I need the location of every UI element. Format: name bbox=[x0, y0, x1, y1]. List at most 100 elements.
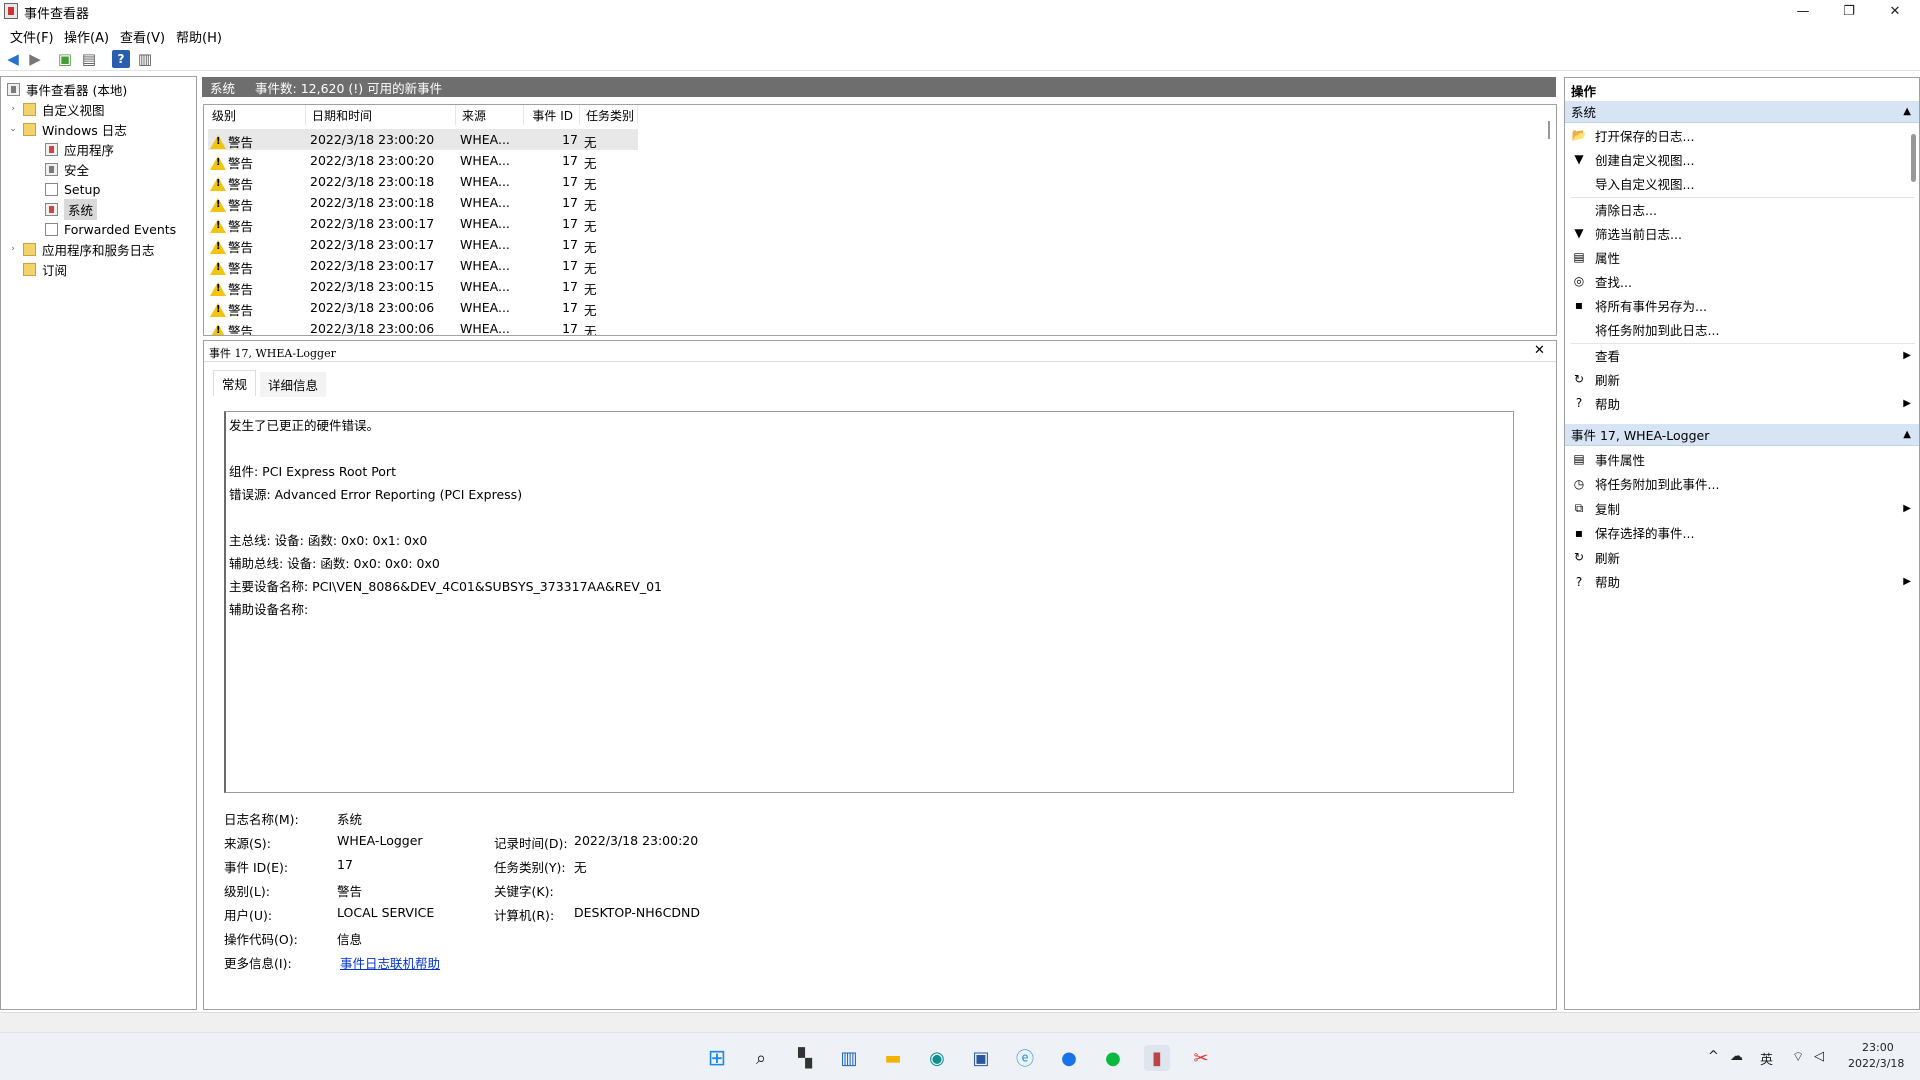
ime-indicator[interactable]: 英 bbox=[1760, 1049, 1773, 1068]
store-icon[interactable]: ▣ bbox=[968, 1045, 994, 1071]
tree-log-system-selected[interactable]: 系统 bbox=[45, 198, 98, 220]
column-source[interactable]: 来源 bbox=[456, 105, 524, 125]
description-line: 辅助设备名称: bbox=[229, 602, 309, 617]
wifi-icon[interactable]: ⌔ bbox=[1792, 1049, 1804, 1065]
expand-chevron-icon[interactable]: › bbox=[7, 104, 19, 114]
table-row[interactable]: 警告2022/3/18 23:00:18WHEA...17无 bbox=[208, 171, 638, 192]
action-item[interactable]: ▪ 将所有事件另存为... bbox=[1565, 294, 1919, 316]
column-task-category[interactable]: 任务类别 bbox=[580, 105, 638, 125]
action-item[interactable]: ▤ 事件属性 bbox=[1565, 448, 1919, 470]
column-level[interactable]: 级别 bbox=[206, 105, 306, 125]
tray-overflow-chevron-icon[interactable]: ^ bbox=[1708, 1049, 1719, 1064]
column-event-id[interactable]: 事件 ID bbox=[524, 105, 580, 125]
action-item[interactable]: ? 帮助 ▶ bbox=[1565, 392, 1919, 414]
task-view-icon[interactable]: ▚ bbox=[792, 1045, 818, 1071]
action-item[interactable]: 清除日志... bbox=[1565, 198, 1919, 220]
back-arrow-icon[interactable]: ◀ bbox=[4, 50, 22, 68]
help-icon[interactable]: ? bbox=[112, 50, 130, 68]
action-item[interactable]: ↻ 刷新 bbox=[1565, 546, 1919, 568]
clock-date[interactable]: 2022/3/18 bbox=[1848, 1057, 1904, 1070]
column-datetime[interactable]: 日期和时间 bbox=[306, 105, 456, 125]
search-icon[interactable]: ⌕ bbox=[748, 1045, 774, 1071]
action-item[interactable]: 导入自定义视图... bbox=[1565, 172, 1919, 194]
tree-custom-views[interactable]: › 自定义视图 bbox=[7, 99, 105, 119]
table-row[interactable]: 警告2022/3/18 23:00:20WHEA...17无 bbox=[208, 129, 638, 150]
action-item[interactable]: 📂 打开保存的日志... bbox=[1565, 124, 1919, 146]
maximize-button[interactable]: ❐ bbox=[1826, 0, 1872, 22]
show-hide-tree-icon[interactable]: ▤ bbox=[80, 50, 98, 68]
event-log-online-help-link[interactable]: 事件日志联机帮助 bbox=[340, 953, 440, 972]
action-item[interactable]: ? 帮助 ▶ bbox=[1565, 571, 1919, 593]
tree-root[interactable]: 事件查看器 (本地) bbox=[7, 79, 127, 99]
folder-icon bbox=[23, 122, 36, 136]
event-viewer-taskbar-icon[interactable]: ▮ bbox=[1144, 1045, 1170, 1071]
action-item[interactable]: ◷ 将任务附加到此事件... bbox=[1565, 473, 1919, 495]
table-row[interactable]: 警告2022/3/18 23:00:06WHEA...17无 bbox=[208, 318, 638, 335]
action-item[interactable]: ◎ 查找... bbox=[1565, 270, 1919, 292]
blue-circle-app-icon[interactable]: ● bbox=[1056, 1045, 1082, 1071]
actions-header: 操作 bbox=[1571, 84, 1597, 99]
ie-app-icon[interactable]: ⓔ bbox=[1012, 1045, 1038, 1071]
filter-funnel-icon: ▼ bbox=[1574, 152, 1584, 166]
clock-time[interactable]: 23:00 bbox=[1862, 1041, 1894, 1054]
log-file-icon bbox=[45, 222, 58, 236]
actions-section-event[interactable]: 事件 17, WHEA-Logger ▲ bbox=[1565, 424, 1919, 446]
collapse-chevron-icon[interactable]: ⌄ bbox=[7, 124, 19, 134]
folder-icon bbox=[23, 102, 36, 116]
onedrive-cloud-icon[interactable]: ☁ bbox=[1730, 1049, 1743, 1064]
tab-details[interactable]: 详细信息 bbox=[260, 372, 327, 397]
actions-scrollbar-thumb[interactable] bbox=[1911, 134, 1916, 182]
actions-section-system[interactable]: 系统 ▲ bbox=[1565, 101, 1919, 123]
up-folder-icon[interactable]: ▣ bbox=[56, 50, 74, 68]
description-line bbox=[229, 437, 1510, 460]
action-item[interactable]: ↻ 刷新 bbox=[1565, 368, 1919, 390]
scrollbar-thumb[interactable] bbox=[1548, 121, 1550, 139]
action-item[interactable]: 将任务附加到此日志... bbox=[1565, 318, 1919, 340]
widgets-icon[interactable]: ▥ bbox=[836, 1045, 862, 1071]
table-row[interactable]: 警告2022/3/18 23:00:06WHEA...17无 bbox=[208, 297, 638, 318]
wechat-icon[interactable]: ● bbox=[1100, 1045, 1126, 1071]
minimize-button[interactable]: — bbox=[1780, 0, 1826, 22]
menu-action[interactable]: 操作(A) bbox=[64, 27, 109, 46]
tree-subscriptions[interactable]: 订阅 bbox=[23, 259, 67, 279]
action-item[interactable]: ▪ 保存选择的事件... bbox=[1565, 522, 1919, 544]
menu-file[interactable]: 文件(F) bbox=[10, 27, 54, 46]
table-row[interactable]: 警告2022/3/18 23:00:17WHEA...17无 bbox=[208, 213, 638, 234]
table-row[interactable]: 警告2022/3/18 23:00:18WHEA...17无 bbox=[208, 192, 638, 213]
start-windows-icon[interactable]: ⊞ bbox=[704, 1045, 730, 1071]
action-item[interactable]: ⧉ 复制 ▶ bbox=[1565, 497, 1919, 519]
table-row[interactable]: 警告2022/3/18 23:00:15WHEA...17无 bbox=[208, 276, 638, 297]
close-detail-icon[interactable]: ✕ bbox=[1534, 343, 1545, 358]
description-line: 错误源: Advanced Error Reporting (PCI Expre… bbox=[229, 487, 523, 502]
action-item[interactable]: 查看 ▶ bbox=[1565, 344, 1919, 366]
find-binoculars-icon: ◎ bbox=[1573, 274, 1585, 288]
action-item[interactable]: ▤ 属性 bbox=[1565, 246, 1919, 268]
tree-log-setup[interactable]: Setup bbox=[45, 179, 100, 199]
volume-icon[interactable]: ◁ bbox=[1814, 1049, 1824, 1064]
tree-log-application[interactable]: 应用程序 bbox=[45, 139, 114, 159]
action-item[interactable]: ▼ 创建自定义视图... bbox=[1565, 148, 1919, 170]
close-window-button[interactable]: ✕ bbox=[1872, 0, 1918, 22]
collapse-triangle-icon[interactable]: ▲ bbox=[1903, 106, 1911, 117]
file-explorer-icon[interactable]: ▬ bbox=[880, 1045, 906, 1071]
blank-icon bbox=[1571, 175, 1587, 191]
edge-browser-icon[interactable]: ◉ bbox=[924, 1045, 950, 1071]
forward-arrow-icon[interactable]: ▶ bbox=[26, 50, 44, 68]
expand-chevron-icon[interactable]: › bbox=[7, 244, 19, 254]
table-row[interactable]: 警告2022/3/18 23:00:17WHEA...17无 bbox=[208, 234, 638, 255]
menu-help[interactable]: 帮助(H) bbox=[176, 27, 222, 46]
tree-windows-logs[interactable]: ⌄ Windows 日志 bbox=[7, 119, 127, 139]
tree-log-security[interactable]: 安全 bbox=[45, 159, 89, 179]
tree-log-forwarded-events[interactable]: Forwarded Events bbox=[45, 219, 176, 239]
menu-view[interactable]: 查看(V) bbox=[120, 27, 165, 46]
tree-app-service-logs[interactable]: › 应用程序和服务日志 bbox=[7, 239, 155, 259]
table-row[interactable]: 警告2022/3/18 23:00:20WHEA...17无 bbox=[208, 150, 638, 171]
open-folder-icon: 📂 bbox=[1571, 128, 1587, 142]
tab-general[interactable]: 常规 bbox=[213, 370, 257, 396]
submenu-arrow-icon: ▶ bbox=[1903, 397, 1911, 409]
table-row[interactable]: 警告2022/3/18 23:00:17WHEA...17无 bbox=[208, 255, 638, 276]
collapse-triangle-icon[interactable]: ▲ bbox=[1903, 429, 1911, 440]
snipping-tool-icon[interactable]: ✂ bbox=[1188, 1045, 1214, 1071]
action-item[interactable]: ▼ 筛选当前日志... bbox=[1565, 222, 1919, 244]
show-hide-action-pane-icon[interactable]: ▥ bbox=[136, 50, 154, 68]
